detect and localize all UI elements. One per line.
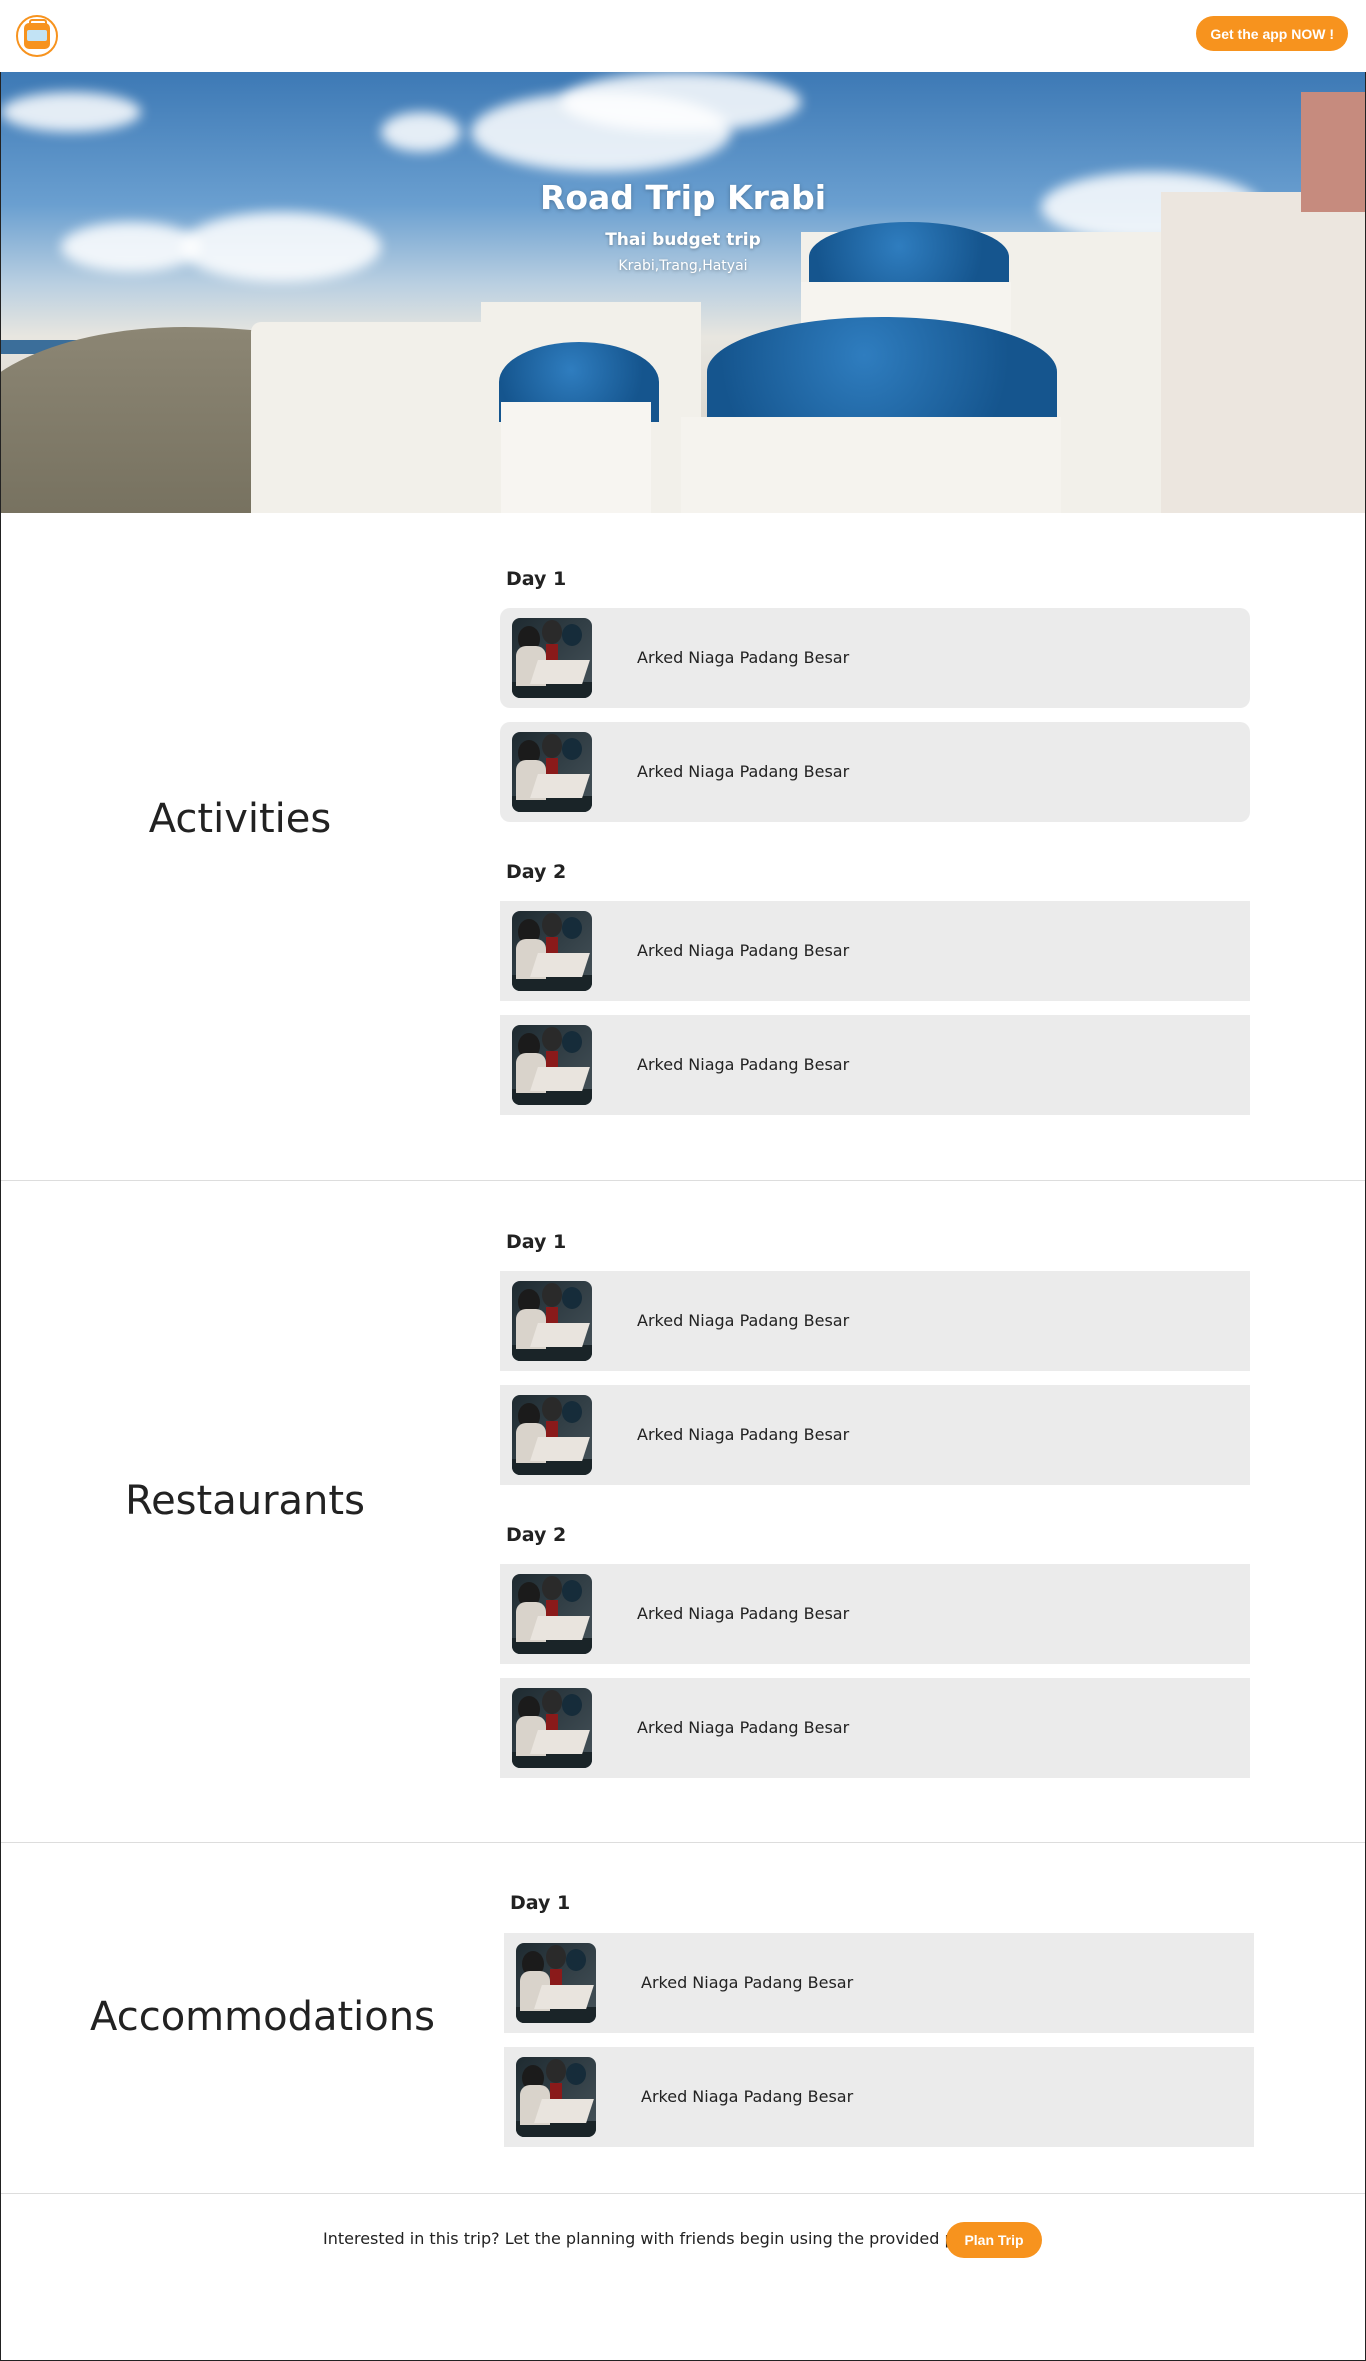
activity-name: Arked Niaga Padang Besar — [637, 1055, 850, 1074]
section-divider — [1, 1842, 1365, 1843]
day-label: Day 2 — [506, 861, 567, 883]
activity-thumbnail — [512, 732, 592, 812]
day-label: Day 2 — [506, 1524, 567, 1546]
day-label: Day 1 — [506, 568, 567, 590]
plan-trip-button[interactable]: Plan Trip — [946, 2222, 1042, 2258]
top-header: Get the app NOW ! — [0, 0, 1366, 72]
activity-name: Arked Niaga Padang Besar — [637, 648, 850, 667]
restaurant-name: Arked Niaga Padang Besar — [637, 1425, 850, 1444]
activity-thumbnail — [512, 911, 592, 991]
trip-locations: Krabi,Trang,Hatyai — [618, 258, 748, 274]
restaurant-thumbnail — [512, 1688, 592, 1768]
restaurant-card[interactable]: Arked Niaga Padang Besar — [500, 1678, 1250, 1778]
restaurant-card[interactable]: Arked Niaga Padang Besar — [500, 1271, 1250, 1371]
restaurant-card[interactable]: Arked Niaga Padang Besar — [500, 1385, 1250, 1485]
accommodation-thumbnail — [516, 2057, 596, 2137]
activity-card[interactable]: Arked Niaga Padang Besar — [500, 1015, 1250, 1115]
activity-thumbnail — [512, 618, 592, 698]
plan-trip-prompt: Interested in this trip? Let the plannin… — [323, 2229, 986, 2248]
restaurant-name: Arked Niaga Padang Besar — [637, 1718, 850, 1737]
restaurant-name: Arked Niaga Padang Besar — [637, 1311, 850, 1330]
suitcase-logo-icon[interactable] — [16, 15, 58, 57]
accommodation-card[interactable]: Arked Niaga Padang Besar — [504, 1933, 1254, 2033]
hero-banner: Road Trip Krabi Thai budget trip Krabi,T… — [1, 72, 1365, 513]
trip-title: Road Trip Krabi — [539, 178, 827, 217]
activities-heading: Activities — [148, 796, 332, 842]
restaurants-heading: Restaurants — [125, 1478, 365, 1524]
accommodation-name: Arked Niaga Padang Besar — [641, 2087, 854, 2106]
activity-thumbnail — [512, 1025, 592, 1105]
section-divider — [1, 2193, 1365, 2194]
accommodation-card[interactable]: Arked Niaga Padang Besar — [504, 2047, 1254, 2147]
day-label: Day 1 — [510, 1892, 571, 1914]
restaurant-name: Arked Niaga Padang Besar — [637, 1604, 850, 1623]
accommodation-name: Arked Niaga Padang Besar — [641, 1973, 854, 1992]
section-divider — [1, 1180, 1365, 1181]
accommodations-heading: Accommodations — [90, 1994, 435, 2040]
restaurant-thumbnail — [512, 1395, 592, 1475]
restaurant-card[interactable]: Arked Niaga Padang Besar — [500, 1564, 1250, 1664]
restaurant-thumbnail — [512, 1574, 592, 1654]
trip-subtitle: Thai budget trip — [605, 230, 761, 250]
activity-name: Arked Niaga Padang Besar — [637, 762, 850, 781]
get-app-button[interactable]: Get the app NOW ! — [1196, 16, 1348, 51]
activity-card[interactable]: Arked Niaga Padang Besar — [500, 722, 1250, 822]
activity-card[interactable]: Arked Niaga Padang Besar — [500, 608, 1250, 708]
activity-name: Arked Niaga Padang Besar — [637, 941, 850, 960]
restaurant-thumbnail — [512, 1281, 592, 1361]
accommodation-thumbnail — [516, 1943, 596, 2023]
activity-card[interactable]: Arked Niaga Padang Besar — [500, 901, 1250, 1001]
day-label: Day 1 — [506, 1231, 567, 1253]
